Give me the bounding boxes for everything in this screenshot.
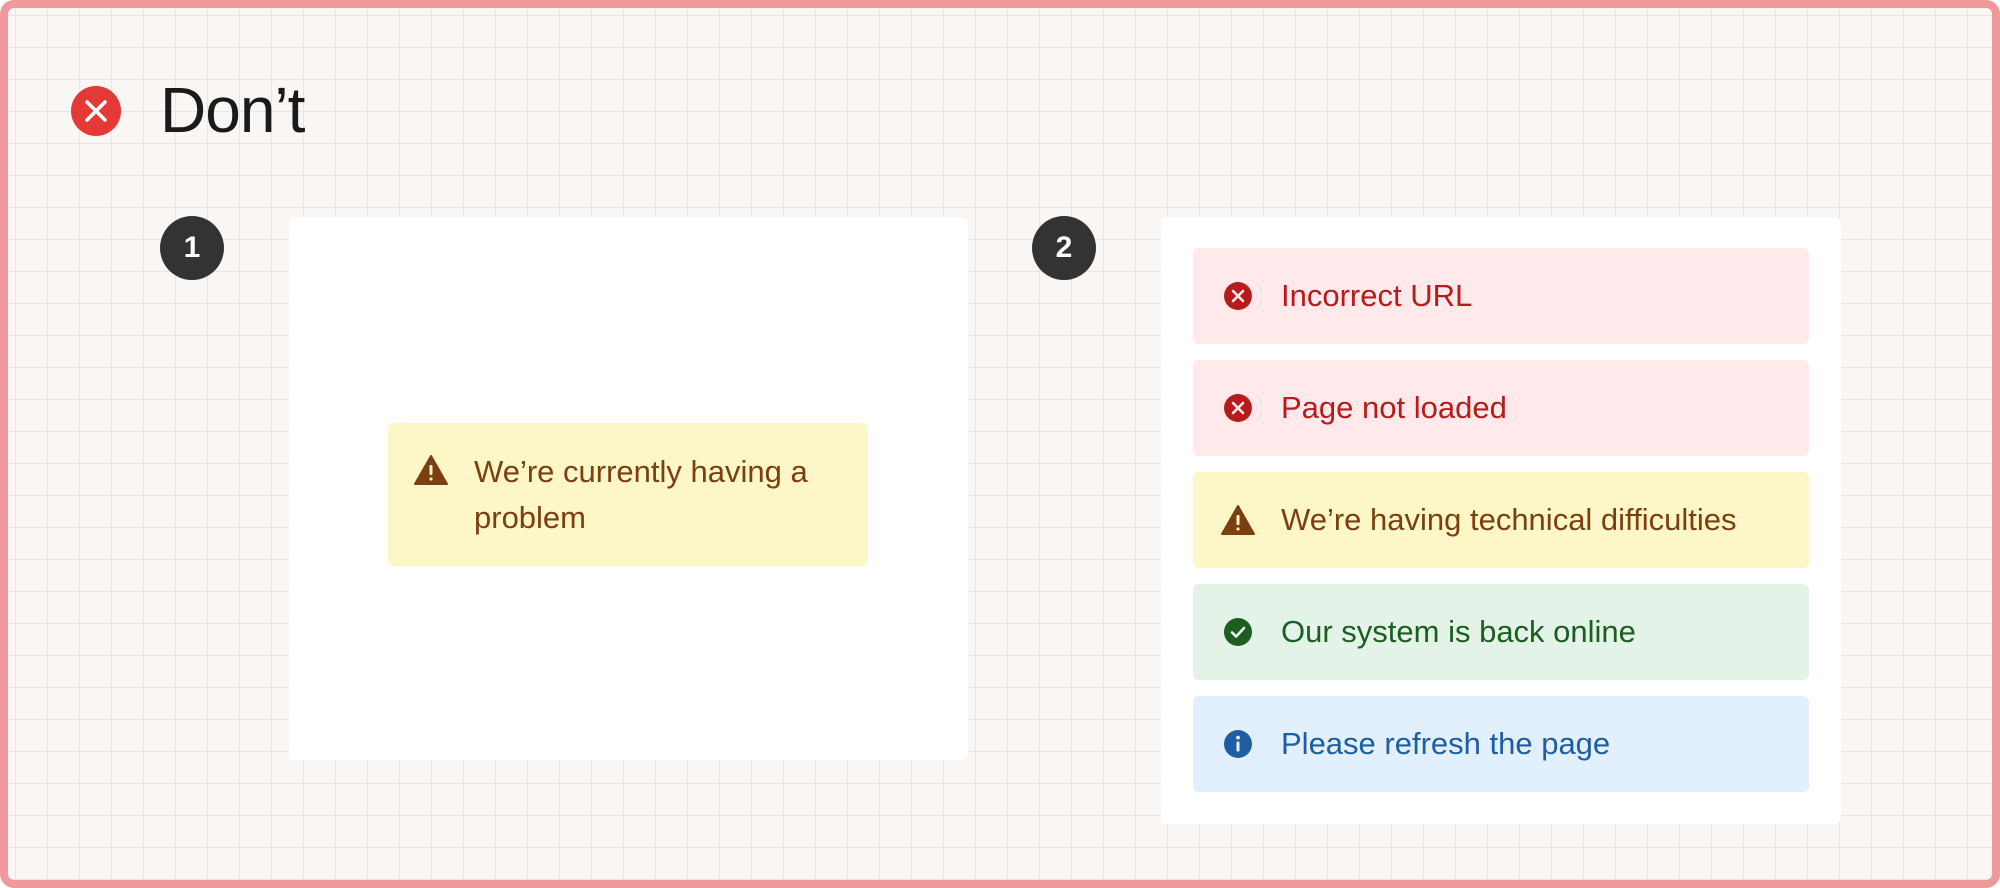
step-badge-1: 1 <box>160 216 224 280</box>
alert-text: We’re currently having a problem <box>474 453 808 535</box>
alert-incorrect-url: Incorrect URL <box>1193 248 1809 344</box>
alert-text: Please refresh the page <box>1281 726 1611 761</box>
alert-text: We’re having technical difficulties <box>1281 502 1737 537</box>
error-circle-icon <box>1221 279 1255 313</box>
warning-alert: We’re currently having a problem <box>388 423 868 566</box>
alert-technical-difficulties: We’re having technical difficulties <box>1193 472 1809 568</box>
dont-example-card: Don’t 1 We’re currently having a problem… <box>0 0 2000 888</box>
page-title: Don’t <box>160 74 305 146</box>
info-circle-icon <box>1221 727 1255 761</box>
step-badge-2: 2 <box>1032 216 1096 280</box>
alert-text: Our system is back online <box>1281 614 1636 649</box>
example-1-panel: We’re currently having a problem <box>289 217 968 760</box>
alert-system-online: Our system is back online <box>1193 584 1809 680</box>
alert-page-not-loaded: Page not loaded <box>1193 360 1809 456</box>
warning-triangle-icon <box>414 453 448 487</box>
alert-text: Incorrect URL <box>1281 278 1473 313</box>
alert-text: Page not loaded <box>1281 390 1507 425</box>
alert-refresh-page: Please refresh the page <box>1193 696 1809 792</box>
error-circle-icon <box>1221 391 1255 425</box>
check-circle-icon <box>1221 615 1255 649</box>
example-2-panel: Incorrect URL Page not loaded We’re havi… <box>1161 217 1841 824</box>
error-x-icon <box>71 86 121 136</box>
warning-triangle-icon <box>1221 503 1255 537</box>
